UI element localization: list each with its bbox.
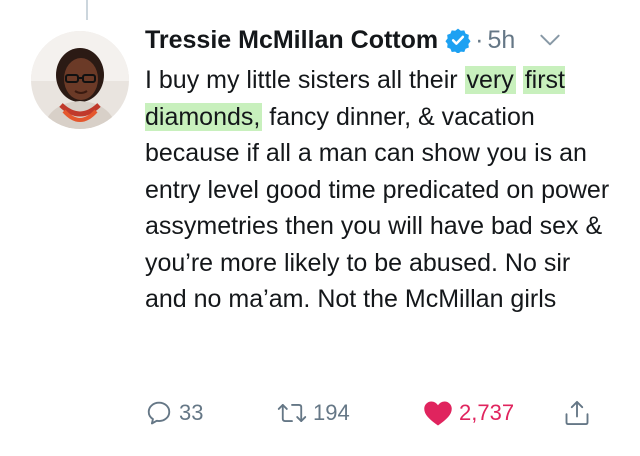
tweet-content: Tressie McMillan Cottom · 5h I buy my li… <box>145 18 615 318</box>
tweet-header: Tressie McMillan Cottom · 5h <box>145 18 615 62</box>
tweet-text-start: I buy my little sisters all their <box>145 66 465 94</box>
tweet-timestamp[interactable]: 5h <box>487 26 515 55</box>
tweet-text-rest: fancy dinner, & vacation because if all … <box>145 102 610 314</box>
heart-icon <box>424 401 452 426</box>
tweet-text: I buy my little sisters all their very f… <box>145 62 615 318</box>
share-icon <box>565 400 589 426</box>
chevron-down-icon[interactable] <box>537 27 563 53</box>
author-name[interactable]: Tressie McMillan Cottom <box>145 26 438 55</box>
avatar[interactable] <box>31 31 129 129</box>
highlighted-text-very: very <box>464 66 516 94</box>
tweet-actions: 33 194 2,737 <box>145 393 615 433</box>
thread-line <box>86 0 88 20</box>
separator-dot: · <box>475 25 484 54</box>
like-button[interactable]: 2,737 <box>423 399 514 427</box>
retweet-count: 194 <box>313 400 350 425</box>
retweet-button[interactable]: 194 <box>277 399 350 427</box>
reply-button[interactable]: 33 <box>145 399 203 427</box>
share-button[interactable] <box>563 399 591 427</box>
verified-badge-icon <box>445 28 471 53</box>
reply-icon <box>147 401 171 425</box>
retweet-icon <box>277 404 307 422</box>
reply-count: 33 <box>179 400 204 425</box>
like-count: 2,737 <box>459 400 515 425</box>
